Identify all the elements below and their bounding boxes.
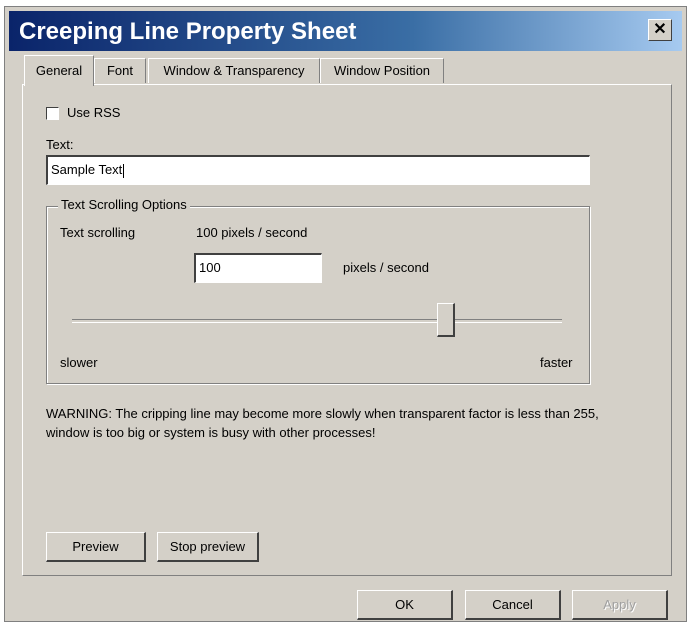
preview-button[interactable]: Preview: [46, 532, 146, 562]
window-title: Creeping Line Property Sheet: [19, 18, 357, 45]
text-caret: [123, 163, 125, 178]
text-input-value: Sample Text: [51, 162, 123, 177]
tab-font[interactable]: Font: [94, 58, 146, 83]
tab-general-label: General: [35, 63, 83, 78]
use-rss-label: Use RSS: [67, 105, 121, 120]
stop-preview-button[interactable]: Stop preview: [157, 532, 259, 562]
tab-window-transparency-label: Window & Transparency: [163, 63, 305, 78]
cancel-button-label: Cancel: [492, 597, 533, 612]
tab-window-transparency[interactable]: Window & Transparency: [148, 58, 320, 83]
text-scrolling-label: Text scrolling: [60, 225, 136, 240]
tab-window-position[interactable]: Window Position: [320, 58, 444, 83]
close-button[interactable]: ✕: [648, 19, 672, 41]
tab-font-label: Font: [106, 63, 133, 78]
stop-preview-button-label: Stop preview: [169, 539, 246, 554]
warning-text: WARNING: The cripping line may become mo…: [46, 406, 599, 440]
apply-button[interactable]: Apply: [572, 590, 668, 620]
apply-button-label: Apply: [603, 597, 636, 612]
speed-unit-label: pixels / second: [343, 260, 429, 275]
scrolling-options-legend: Text Scrolling Options: [58, 197, 190, 212]
text-label: Text:: [46, 137, 74, 152]
close-icon: ✕: [653, 21, 667, 38]
slider-slower-label: slower: [60, 355, 98, 370]
preview-button-label: Preview: [72, 539, 119, 554]
text-input[interactable]: Sample Text: [46, 155, 590, 185]
title-bar[interactable]: Creeping Line Property Sheet ✕: [9, 11, 682, 51]
tab-window-position-label: Window Position: [333, 63, 431, 78]
speed-input-value: 100: [199, 260, 221, 275]
speed-slider-track[interactable]: [72, 319, 562, 323]
speed-slider-thumb[interactable]: [437, 303, 455, 337]
use-rss-checkbox[interactable]: [46, 107, 59, 120]
speed-input[interactable]: 100: [194, 253, 322, 283]
ok-button-label: OK: [395, 597, 414, 612]
ok-button[interactable]: OK: [357, 590, 453, 620]
cancel-button[interactable]: Cancel: [465, 590, 561, 620]
tab-general[interactable]: General: [24, 55, 94, 86]
current-speed-text: 100 pixels / second: [196, 225, 308, 240]
slider-faster-label: faster: [540, 355, 573, 370]
